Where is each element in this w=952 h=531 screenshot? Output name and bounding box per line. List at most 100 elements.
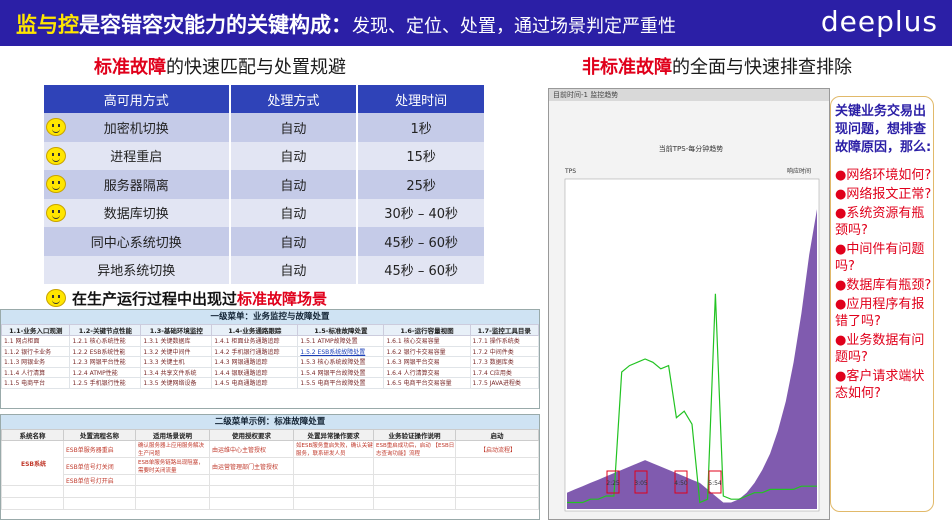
list-item: ●网络报文正常?: [835, 187, 932, 202]
menu1-header: 1.5-标准故障处置: [297, 324, 385, 336]
right-title-red: 非标准故障: [582, 57, 672, 78]
menu2-auth: [209, 474, 294, 486]
menu1-header: 1.3-基础环境监控: [140, 324, 213, 336]
menu1-link-selected[interactable]: 1.5.2 ESB系统故障处置: [297, 345, 385, 357]
menu1-link[interactable]: 1.4.3 网银通路追踪: [211, 356, 299, 368]
menu1-link[interactable]: 1.3.4 共享文件系统: [140, 366, 213, 378]
menu1-link[interactable]: 1.1.2 银行卡业务: [0, 345, 71, 357]
menu2-scene: [135, 474, 210, 486]
ha-method: 服务器隔离: [44, 170, 231, 199]
brand-logo: deeplus: [820, 5, 938, 38]
menu2-op: [293, 457, 374, 475]
table-row: 进程重启 自动 15秒: [44, 141, 486, 170]
menu1-link[interactable]: 1.3.3 关键主机: [140, 356, 213, 368]
chart-ylabel: TPS: [564, 168, 576, 175]
ha-method: 数据库切换: [44, 198, 231, 227]
menu1-link[interactable]: 1.7.1 操作系统类: [469, 335, 540, 347]
list-item: ●网络环境如何?: [835, 168, 932, 183]
menu2-header: 系统名称: [1, 429, 64, 441]
smiley-icon: [46, 289, 66, 307]
menu1-link[interactable]: 1.1.4 人行清算: [0, 366, 71, 378]
header-bar: 监与控是容错容灾能力的关键构成：发现、定位、处置，通过场景判定严重性 deepl…: [0, 0, 952, 46]
ha-time: 1秒: [357, 113, 486, 142]
menu2-header: 启动: [455, 429, 539, 441]
menu2-verify: [373, 457, 456, 475]
menu2-auth: 由运营管理部门主管授权: [209, 457, 294, 475]
ha-handling: 自动: [229, 227, 359, 256]
ha-method: 加密机切换: [44, 113, 231, 142]
menu1-link[interactable]: 1.6.5 电商平台交易容量: [383, 377, 471, 389]
ha-time: 30秒 – 40秒: [357, 198, 486, 227]
menu1-link[interactable]: 1.6.2 银行卡交易容量: [383, 345, 471, 357]
table-row: [1, 497, 539, 510]
scenario-red: 标准故障场景: [237, 290, 328, 308]
header-title-highlight: 监与控: [16, 13, 79, 37]
table-row: 同中心系统切换 自动 45秒 – 60秒: [44, 227, 486, 256]
start-flow-button[interactable]: 【启动流程】: [455, 440, 539, 458]
table-row: ESB单信号灯关闭 ESB单服务链路出现阻塞，需要时关闭流量 由运营管理部门主管…: [2, 457, 539, 475]
menu1-link[interactable]: 1.6.4 人行清算交易: [383, 366, 471, 378]
menu1-link[interactable]: 1.5.3 核心系统故障处置: [297, 356, 385, 368]
ha-handling: 自动: [229, 198, 359, 227]
menu2-header: 业务验证操作说明: [373, 429, 456, 441]
right-section-title: 非标准故障的全面与快速排查排除: [582, 53, 852, 79]
ha-time: 15秒: [357, 141, 486, 170]
menu1-header: 1.2-关键节点性能: [69, 324, 142, 336]
menu1-link[interactable]: 1.4.1 柜面业务通路追踪: [211, 335, 299, 347]
menu2-scene: 确认服务器上应用服务解决生产问题: [135, 440, 210, 458]
menu1-header: 1.6-运行容量视图: [383, 324, 471, 336]
header-title-sub: 发现、定位、处置，通过场景判定严重性: [352, 16, 676, 37]
menu1-link[interactable]: 1.1 网点柜面: [0, 335, 71, 347]
menu2-scene: ESB单服务链路出现阻塞，需要时关闭流量: [135, 457, 210, 475]
menu2-system: ESB系统: [1, 440, 64, 486]
list-item: ●客户请求端状态如何?: [835, 369, 925, 401]
smiley-icon: [46, 204, 66, 222]
menu1-link[interactable]: 1.5.5 电商平台故障处置: [297, 377, 385, 389]
menu2-flow[interactable]: ESB单信号灯关闭: [63, 457, 136, 475]
menu1-link[interactable]: 1.7.5 JAVA进程类: [469, 377, 540, 389]
menu1-link[interactable]: 1.2.4 ATMP性能: [69, 366, 142, 378]
menu1-link[interactable]: 1.7.3 数据库类: [469, 356, 540, 368]
menu2-panel: 二级菜单示例：标准故障处置 系统名称 处置流程名称 适用场景说明 使用授权要求 …: [0, 414, 540, 520]
menu1-link[interactable]: 1.2.3 网银平台性能: [69, 356, 142, 368]
table-row: 1.1.3 网银业务 1.2.3 网银平台性能 1.3.3 关键主机 1.4.3 网银…: [0, 356, 540, 368]
menu1-link[interactable]: 1.4.4 银联通路追踪: [211, 366, 299, 378]
menu2-auth: 由运维中心主管授权: [209, 440, 294, 458]
table-row: 1.1 网点柜面 1.2.1 核心系统性能 1.3.1 关键数据库 1.4.1 柜面业…: [0, 335, 540, 347]
menu1-link[interactable]: 1.2.1 核心系统性能: [69, 335, 142, 347]
menu2-header: 处置异常操作要求: [293, 429, 374, 441]
table-row: 数据库切换 自动 30秒 – 40秒: [44, 198, 486, 227]
menu1-link[interactable]: 1.1.3 网银业务: [0, 356, 71, 368]
ha-table: 高可用方式 处理方式 处理时间 加密机切换 自动 1秒 进程重启 自动 15秒 …: [44, 85, 486, 284]
list-item: ●数据库有瓶颈?: [835, 278, 932, 293]
troubleshoot-lead: 关键业务交易出现问题，想排查故障原因，那么:: [835, 104, 932, 155]
menu2-flow[interactable]: ESB单信号灯开启: [63, 474, 136, 486]
menu1-link[interactable]: 1.4.2 手机银行通路追踪: [211, 345, 299, 357]
menu1-link[interactable]: 1.6.3 网银平台交易: [383, 356, 471, 368]
menu2-flow[interactable]: ESB单服务器重启: [63, 440, 136, 458]
menu1-link[interactable]: 1.4.5 电商通路追踪: [211, 377, 299, 389]
scenario-caption: 在生产运行过程中出现过标准故障场景: [72, 288, 327, 309]
menu1-link[interactable]: 1.3.5 关键网络设备: [140, 377, 213, 389]
header-title: 监与控是容错容灾能力的关键构成：发现、定位、处置，通过场景判定严重性: [16, 9, 676, 39]
menu1-link[interactable]: 1.2.5 手机银行性能: [69, 377, 142, 389]
troubleshoot-list: ●网络环境如何? ●网络报文正常? ●系统资源有瓶颈吗? ●中间件有问题吗? ●…: [835, 167, 933, 404]
menu1-link[interactable]: 1.5.4 网银平台故障处置: [297, 366, 385, 378]
menu2-verify: ESB重启成功后，启动 【ESB日志查询功能】流程: [373, 440, 456, 458]
list-item: ●系统资源有瓶颈吗?: [835, 206, 925, 238]
right-title-rest: 的全面与快速排查排除: [672, 57, 852, 78]
menu1-link[interactable]: 1.5.1 ATMP故障处置: [297, 335, 385, 347]
chart-marker-3: 4:50: [674, 480, 688, 487]
smiley-icon: [46, 118, 66, 136]
menu1-link[interactable]: 1.1.5 电商平台: [0, 377, 71, 389]
menu1-link[interactable]: 1.7.2 中间件类: [469, 345, 540, 357]
menu1-link[interactable]: 1.3.1 关键数据库: [140, 335, 213, 347]
menu1-link[interactable]: 1.2.2 ESB系统性能: [69, 345, 142, 357]
menu1-link[interactable]: 1.7.4 C应用类: [469, 366, 540, 378]
left-title-red: 标准故障: [94, 57, 166, 78]
menu2-title: 二级菜单示例：标准故障处置: [1, 415, 539, 429]
smiley-icon: [46, 175, 66, 193]
menu1-link[interactable]: 1.3.2 关键中间件: [140, 345, 213, 357]
menu1-header: 1.4-业务通路跟踪: [211, 324, 299, 336]
menu1-link[interactable]: 1.6.1 核心交易容量: [383, 335, 471, 347]
